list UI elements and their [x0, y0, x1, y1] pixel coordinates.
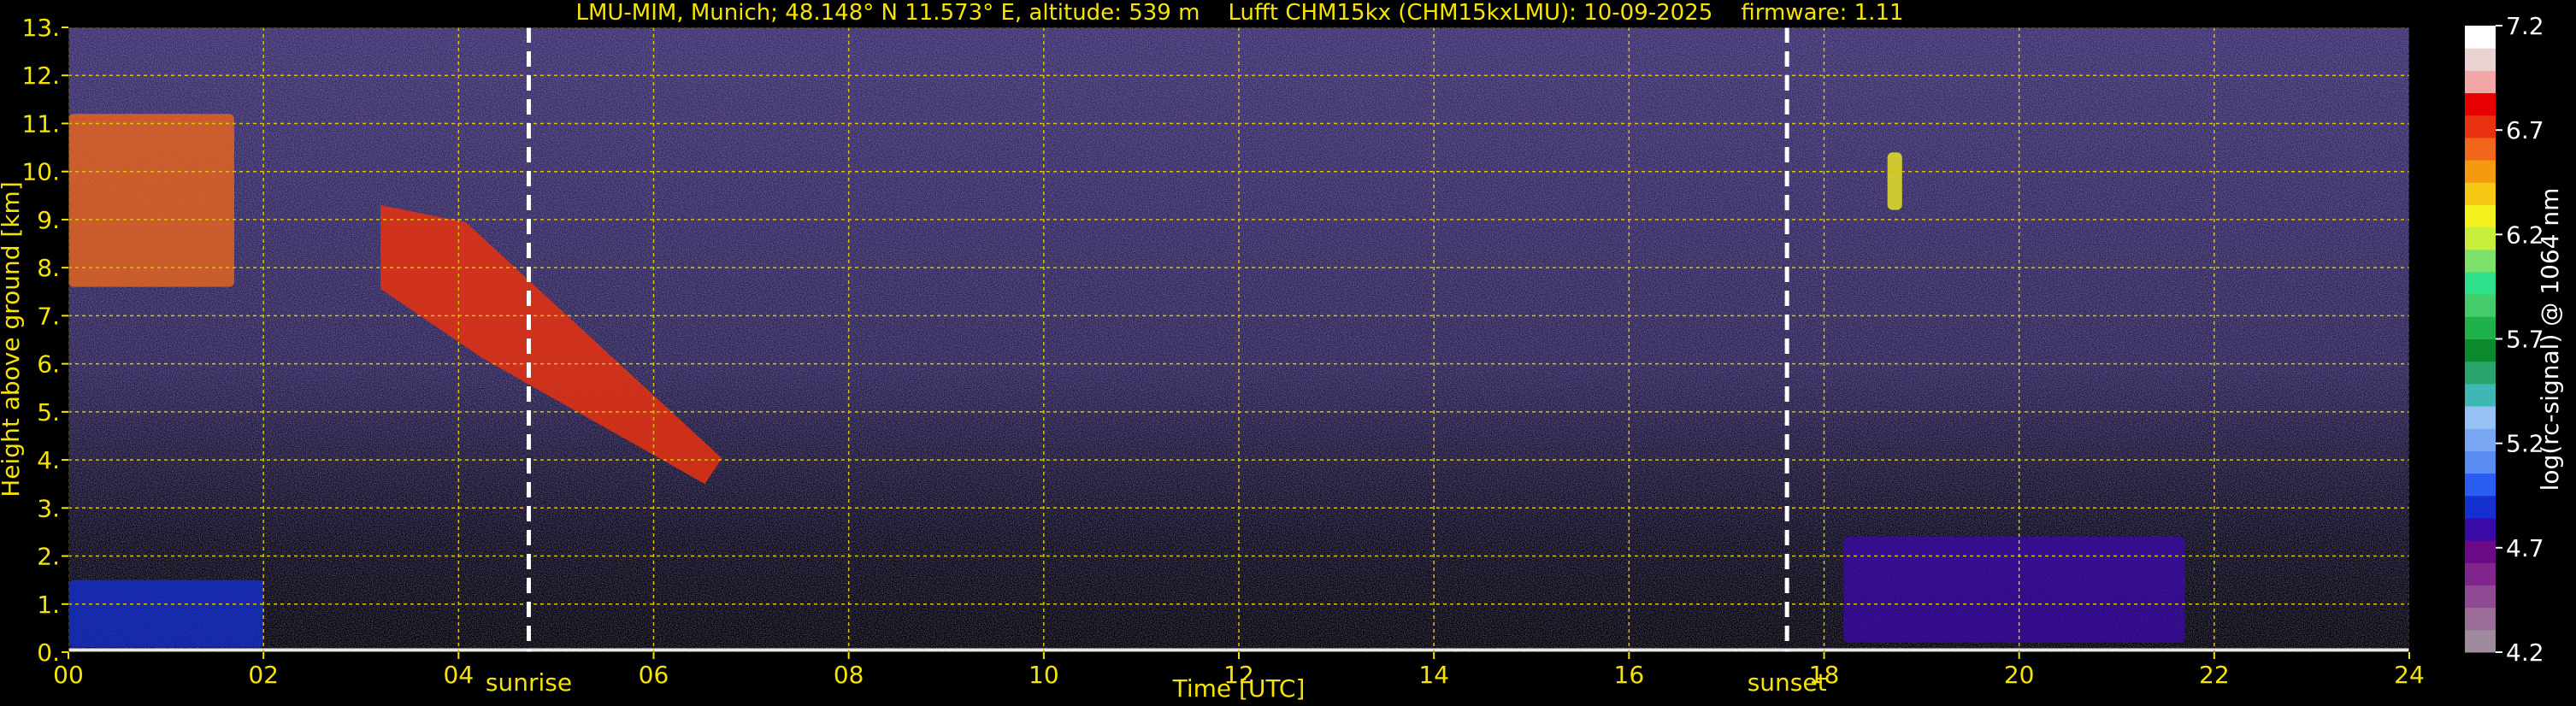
colorbar-tick-label: 4.7 [2506, 534, 2544, 562]
feature-boundary-layer-aerosol [68, 580, 264, 648]
colorbar-swatch [2465, 406, 2496, 429]
x-tick-label: 08 [834, 661, 864, 689]
colorbar-label: log(rc-signal) @ 1064 nm [2536, 188, 2564, 491]
x-tick-label: 02 [248, 661, 279, 689]
colorbar-swatch [2465, 26, 2496, 49]
colorbar-swatch [2465, 160, 2496, 183]
y-tick-label: 7. [37, 302, 60, 330]
x-tick-label: 20 [2004, 661, 2035, 689]
colorbar-swatch [2465, 585, 2496, 609]
colorbar-swatch [2465, 540, 2496, 563]
colorbar-swatch [2465, 338, 2496, 362]
colorbar-swatch [2465, 227, 2496, 250]
x-tick-label: 16 [1614, 661, 1645, 689]
colorbar-swatch [2465, 607, 2496, 631]
x-tick-label: 04 [444, 661, 475, 689]
colorbar-swatch [2465, 70, 2496, 94]
y-tick-label: 5. [37, 398, 60, 427]
sunset-label: sunset [1748, 668, 1827, 697]
colorbar-swatch [2465, 517, 2496, 541]
y-tick-label: 8. [37, 254, 60, 282]
y-tick-label: 11. [21, 109, 60, 138]
feature-high-cloud [1887, 152, 1902, 210]
colorbar-swatch [2465, 137, 2496, 161]
colorbar-swatch [2465, 316, 2496, 339]
colorbar-swatch [2465, 182, 2496, 205]
colorbar-swatch [2465, 562, 2496, 585]
feature-cirrus [68, 114, 234, 287]
y-tick-label: 13. [21, 14, 60, 42]
chart-title: LMU-MIM, Munich; 48.148° N 11.573° E, al… [575, 0, 1903, 26]
sunrise-label: sunrise [486, 668, 572, 697]
x-tick-label: 22 [2199, 661, 2230, 689]
colorbar-swatch [2465, 473, 2496, 497]
y-tick-label: 2. [37, 543, 60, 571]
colorbar-swatch [2465, 48, 2496, 71]
y-tick-label: 12. [21, 62, 60, 90]
colorbar-tick-label: 7.2 [2506, 12, 2544, 40]
colorbar-swatch [2465, 383, 2496, 407]
colorbar-swatch [2465, 450, 2496, 474]
colorbar-swatch [2465, 115, 2496, 138]
x-axis-label: Time [UTC] [1172, 674, 1306, 703]
x-tick-label: 14 [1418, 661, 1449, 689]
colorbar-swatch [2465, 495, 2496, 519]
x-tick-label: 00 [53, 661, 84, 689]
colorbar-tick-label: 4.2 [2506, 638, 2544, 667]
colorbar-swatch [2465, 294, 2496, 317]
x-tick-label: 10 [1029, 661, 1059, 689]
y-tick-label: 10. [21, 158, 60, 186]
x-tick-label: 06 [639, 661, 669, 689]
colorbar: 4.24.75.25.76.26.77.2 [2465, 12, 2544, 667]
colorbar-swatch [2465, 361, 2496, 385]
colorbar-swatch [2465, 92, 2496, 116]
y-axis: 0.1.2.3.4.5.6.7.8.9.10.11.12.13. [21, 14, 68, 667]
colorbar-swatch [2465, 204, 2496, 228]
colorbar-swatch [2465, 629, 2496, 653]
colorbar-swatch [2465, 249, 2496, 273]
y-tick-label: 4. [37, 446, 60, 474]
y-axis-label: Height above ground [km] [0, 181, 25, 497]
y-tick-label: 6. [37, 350, 60, 379]
feature-evening-residual-layer [1843, 537, 2185, 643]
ceilometer-figure: LMU-MIM, Munich; 48.148° N 11.573° E, al… [0, 0, 2564, 703]
colorbar-swatch [2465, 428, 2496, 451]
y-tick-label: 3. [37, 494, 60, 522]
y-tick-label: 1. [37, 591, 60, 619]
colorbar-swatch [2465, 271, 2496, 295]
x-tick-label: 24 [2394, 661, 2425, 689]
colorbar-tick-label: 6.7 [2506, 116, 2544, 144]
y-tick-label: 9. [37, 206, 60, 234]
plot-area [68, 27, 2409, 652]
